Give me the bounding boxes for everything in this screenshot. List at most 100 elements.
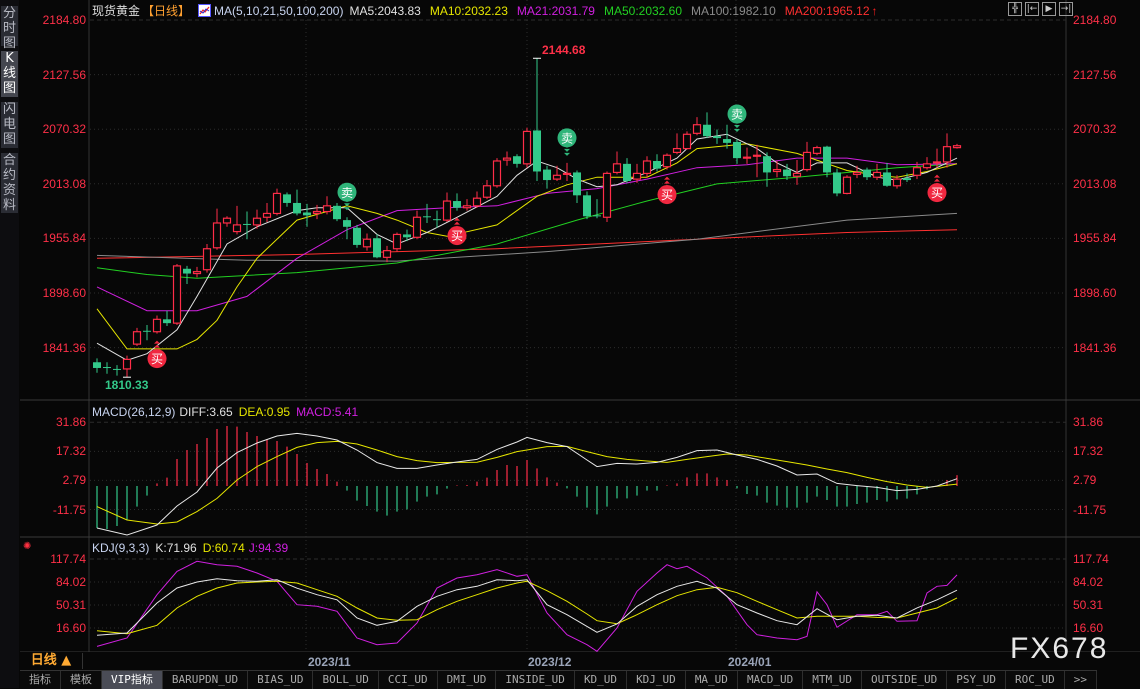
candle-body-up	[152, 318, 162, 333]
candle-body-down	[103, 367, 111, 369]
tab-vip-indicators[interactable]: VIP指标	[102, 671, 163, 689]
candle-body-down	[423, 216, 431, 218]
candle-body-up	[682, 133, 692, 150]
chart-toolbar: ╬ |← ▶ →|	[1008, 2, 1073, 16]
buy-signal: 买	[927, 174, 947, 203]
candle	[382, 245, 392, 263]
candle	[612, 151, 622, 175]
candle-body-down	[183, 268, 191, 274]
candle	[492, 158, 502, 188]
candle	[192, 266, 202, 278]
candle	[863, 167, 871, 181]
tab-psy-ud[interactable]: PSY_UD	[947, 671, 1007, 689]
candle-body-down	[163, 319, 171, 324]
macd-axis-label: 17.32	[1073, 444, 1104, 459]
candle-body-down	[883, 172, 891, 186]
crosshair-icon[interactable]: ╬	[1008, 2, 1022, 16]
candle-body-down	[343, 220, 351, 227]
tab-outside-ud[interactable]: OUTSIDE_UD	[862, 671, 948, 689]
tab-barupdn-ud[interactable]: BARUPDN_UD	[163, 671, 249, 689]
tab-kdj-ud[interactable]: KDJ_UD	[627, 671, 686, 689]
candle-body-up	[222, 217, 232, 224]
candle	[763, 152, 771, 187]
tab-more[interactable]: >>	[1065, 671, 1098, 689]
tab-bias-ud[interactable]: BIAS_UD	[248, 671, 314, 689]
candle	[792, 160, 802, 185]
candle	[333, 202, 341, 222]
candle	[272, 188, 282, 216]
candle-body-up	[642, 160, 652, 174]
candle	[283, 192, 291, 207]
macd-axis-label: 31.86	[1073, 415, 1104, 430]
candle-body-down	[583, 195, 591, 217]
price-axis-label: 2184.80	[42, 13, 86, 27]
tab-roc-ud[interactable]: ROC_UD	[1006, 671, 1065, 689]
tab-macd-ud[interactable]: MACD_UD	[738, 671, 804, 689]
candle-body-down	[573, 172, 581, 196]
candle-body-down	[333, 205, 341, 220]
candle	[552, 165, 562, 182]
candle-body-up	[942, 146, 952, 163]
candle-body-down	[353, 227, 361, 245]
arrow-up-icon	[934, 178, 940, 182]
candle	[103, 362, 111, 374]
timeframe-selector[interactable]: 日线 ▲	[20, 653, 83, 669]
arrow-down-icon	[344, 203, 350, 207]
candle-body-up	[472, 197, 482, 207]
ma-value-ma10: MA10:2032.23	[429, 3, 508, 18]
candle-body-up	[362, 238, 372, 248]
sell-signal: 卖	[727, 104, 747, 133]
ma-value-ma50: MA50:2032.60	[603, 3, 683, 18]
tab-boll-ud[interactable]: BOLL_UD	[313, 671, 379, 689]
candle-body-down	[783, 169, 791, 177]
candle-body-up	[442, 200, 452, 221]
tab-mtm-ud[interactable]: MTM_UD	[803, 671, 863, 689]
kdj-k-value: K:71.96	[155, 541, 197, 555]
candle	[733, 139, 741, 164]
candle	[812, 145, 822, 156]
candle-body-down	[293, 202, 301, 214]
main-legend: 现货黄金 【日线】 MA(5,10,21,50,100,200) MA5:204…	[92, 2, 878, 19]
kdj-axis-label: 16.60	[55, 621, 86, 635]
candle	[353, 224, 361, 248]
candle	[543, 165, 551, 189]
candle	[802, 141, 812, 172]
candle	[593, 199, 601, 219]
signal-label: 买	[931, 186, 943, 200]
tab-kd-ud[interactable]: KD_UD	[575, 671, 628, 689]
price-axis-label: 2184.80	[1073, 13, 1117, 27]
arrow-up-icon	[934, 174, 940, 178]
tab-indicators[interactable]: 指标	[20, 671, 61, 689]
price-axis-label: 1841.36	[42, 340, 86, 355]
macd-axis-label: 2.79	[1073, 473, 1097, 488]
tab-dmi-ud[interactable]: DMI_UD	[438, 671, 497, 689]
indicator-settings-icon[interactable]: ✺	[23, 541, 31, 552]
signal-label: 卖	[341, 186, 353, 200]
candle	[312, 204, 322, 220]
candle	[163, 310, 171, 327]
candle-body-up	[212, 222, 222, 249]
candle	[113, 365, 121, 376]
candle-body-up	[632, 172, 642, 180]
candle	[513, 154, 521, 168]
ma-value-ma100: MA100:1982.10	[691, 3, 776, 18]
high-price-label: 2144.68	[542, 43, 586, 58]
jump-start-icon[interactable]: |←	[1025, 2, 1039, 16]
candle	[703, 112, 711, 139]
ma-value-ma21: MA21:2031.79	[516, 3, 595, 18]
candle-body-up	[692, 124, 702, 134]
tab-cci-ud[interactable]: CCI_UD	[379, 671, 438, 689]
candle	[502, 151, 512, 166]
candle-body-down	[713, 136, 721, 139]
tab-inside-ud[interactable]: INSIDE_UD	[496, 671, 575, 689]
tab-templates[interactable]: 模板	[61, 671, 102, 689]
jump-end-icon[interactable]: →|	[1059, 2, 1073, 16]
play-icon[interactable]: ▶	[1042, 2, 1056, 16]
kdj-legend: KDJ(9,3,3) K:71.96 D:60.74 J:94.39	[92, 541, 288, 555]
candle-body-down	[513, 156, 521, 164]
macd-dea-value: DEA:0.95	[238, 405, 291, 419]
macd-legend: MACD(26,12,9) DIFF:3.65 DEA:0.95 MACD:5.…	[92, 405, 358, 419]
candle-body-up	[502, 157, 512, 161]
price-axis-label: 1955.84	[42, 231, 86, 246]
tab-ma-ud[interactable]: MA_UD	[686, 671, 738, 689]
